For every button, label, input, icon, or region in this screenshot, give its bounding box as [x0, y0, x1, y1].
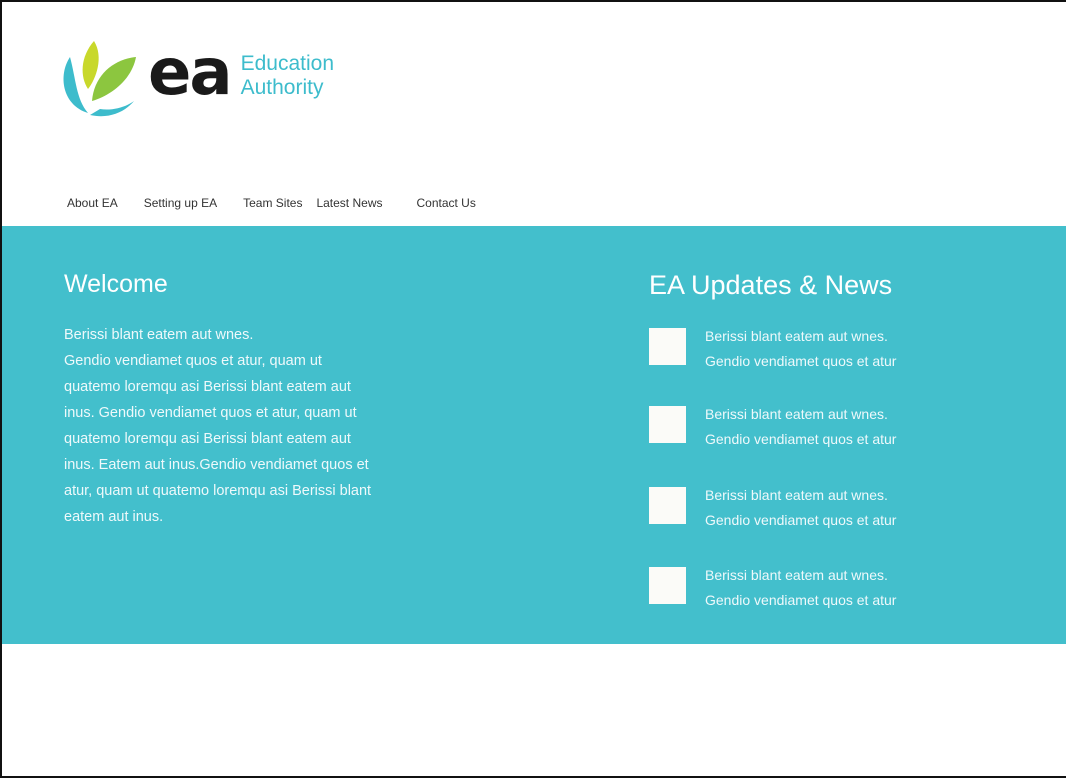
welcome-line: quatemo loremqu asi Berissi blant eatem … — [64, 379, 351, 395]
news-line2: Gendio vendiamet quos et atur — [705, 512, 897, 528]
news-thumbnail[interactable] — [649, 406, 686, 443]
news-item[interactable]: Berissi blant eatem aut wnes. Gendio ven… — [649, 483, 1049, 528]
news-line1: Berissi blant eatem aut wnes. — [705, 567, 888, 583]
welcome-line: Gendio vendiamet quos et atur, quam ut — [64, 353, 322, 369]
main-nav: About EA Setting up EA Team Sites Latest… — [67, 196, 476, 216]
nav-item-team-sites[interactable]: Team Sites — [243, 196, 302, 216]
news-item[interactable]: Berissi blant eatem aut wnes. Gendio ven… — [649, 563, 1049, 608]
news-text: Berissi blant eatem aut wnes. Gendio ven… — [705, 563, 896, 613]
welcome-line: inus. Gendio vendiamet quos et atur, qua… — [64, 405, 357, 421]
news-title: EA Updates & News — [649, 270, 893, 300]
welcome-line: quatemo loremqu asi Berissi blant eatem … — [64, 431, 351, 447]
welcome-body: Berissi blant eatem aut wnes. Gendio ven… — [64, 322, 494, 530]
nav-item-contact-us[interactable]: Contact Us — [416, 196, 475, 216]
ea-leaf-logo-icon — [63, 40, 136, 116]
news-line1: Berissi blant eatem aut wnes. — [705, 406, 888, 422]
nav-item-latest-news[interactable]: Latest News — [316, 196, 382, 216]
welcome-line: inus. Eatem aut inus.Gendio vendiamet qu… — [64, 457, 369, 473]
welcome-title: Welcome — [64, 270, 168, 298]
ea-logo[interactable]: ea Education Authority — [54, 24, 384, 129]
welcome-line: atur, quam ut quatemo loremqu asi Beriss… — [64, 483, 372, 499]
news-item[interactable]: Berissi blant eatem aut wnes. Gendio ven… — [649, 402, 1049, 447]
news-text: Berissi blant eatem aut wnes. Gendio ven… — [705, 483, 896, 533]
news-line1: Berissi blant eatem aut wnes. — [705, 487, 888, 503]
news-thumbnail[interactable] — [649, 328, 686, 365]
news-thumbnail[interactable] — [649, 567, 686, 604]
news-line2: Gendio vendiamet quos et atur — [705, 431, 897, 447]
nav-item-about-ea[interactable]: About EA — [67, 196, 118, 216]
welcome-line: Berissi blant eatem aut wnes. — [64, 327, 254, 343]
logo-tagline: Education Authority — [241, 52, 334, 100]
news-line1: Berissi blant eatem aut wnes. — [705, 328, 888, 344]
welcome-line: eatem aut inus. — [64, 509, 164, 525]
logo-tag-line1: Education — [240, 51, 334, 75]
news-line2: Gendio vendiamet quos et atur — [705, 592, 897, 608]
nav-item-setting-up-ea[interactable]: Setting up EA — [144, 196, 217, 216]
news-item[interactable]: Berissi blant eatem aut wnes. Gendio ven… — [649, 324, 1049, 369]
news-text: Berissi blant eatem aut wnes. Gendio ven… — [705, 402, 896, 452]
news-text: Berissi blant eatem aut wnes. Gendio ven… — [705, 324, 896, 374]
news-thumbnail[interactable] — [649, 487, 686, 524]
news-line2: Gendio vendiamet quos et atur — [705, 353, 897, 369]
logo-tag-line2: Authority — [240, 75, 324, 99]
logo-letters: ea — [148, 35, 233, 110]
